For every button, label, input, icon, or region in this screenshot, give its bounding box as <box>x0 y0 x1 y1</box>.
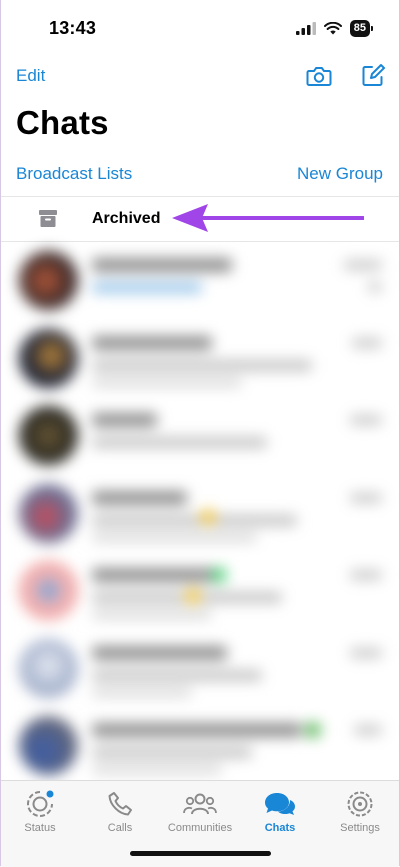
wifi-icon <box>323 22 342 35</box>
chats-icon <box>265 793 295 815</box>
new-group-link[interactable]: New Group <box>297 164 383 184</box>
battery-indicator: 85 <box>349 20 374 37</box>
page-title: Chats <box>16 104 109 141</box>
avatar <box>19 638 78 698</box>
tab-calls[interactable]: Calls <box>80 781 160 841</box>
avatar <box>19 406 78 465</box>
tab-settings[interactable]: Settings <box>320 781 400 841</box>
broadcast-lists-link[interactable]: Broadcast Lists <box>16 164 132 184</box>
avatar <box>19 561 78 620</box>
tab-chats-label: Chats <box>264 822 296 834</box>
tab-chats[interactable]: Chats <box>240 781 320 841</box>
avatar <box>19 716 78 775</box>
chat-list <box>0 242 400 785</box>
tab-communities[interactable]: Communities <box>160 781 240 841</box>
tab-calls-label: Calls <box>107 822 133 834</box>
chat-row[interactable] <box>0 320 400 398</box>
annotation-arrow <box>172 204 364 232</box>
archived-label: Archived <box>92 210 161 227</box>
status-bar: 13:43 85 <box>0 0 400 58</box>
camera-icon[interactable] <box>305 62 333 90</box>
tab-communities-label: Communities <box>167 822 233 834</box>
tab-status-label: Status <box>24 822 56 834</box>
home-indicator <box>130 851 271 856</box>
phone-icon <box>108 792 132 816</box>
chat-row[interactable] <box>0 707 400 785</box>
chat-row[interactable] <box>0 475 400 553</box>
avatar <box>19 483 78 543</box>
chat-row[interactable] <box>0 397 400 475</box>
gear-icon <box>347 791 373 817</box>
compose-icon[interactable] <box>359 62 387 90</box>
avatar <box>19 328 78 388</box>
status-icon <box>27 790 54 817</box>
status-time: 13:43 <box>49 18 97 38</box>
tab-settings-label: Settings <box>340 822 380 834</box>
chat-row[interactable] <box>0 552 400 630</box>
tab-status[interactable]: Status <box>0 781 80 841</box>
avatar <box>19 251 78 310</box>
chat-row[interactable] <box>0 242 400 320</box>
communities-icon <box>183 793 217 815</box>
edit-button[interactable]: Edit <box>16 66 45 86</box>
chat-row[interactable] <box>0 630 400 708</box>
status-icons: 85 <box>295 20 374 37</box>
signal-icon <box>295 22 316 35</box>
archive-icon <box>39 210 57 227</box>
